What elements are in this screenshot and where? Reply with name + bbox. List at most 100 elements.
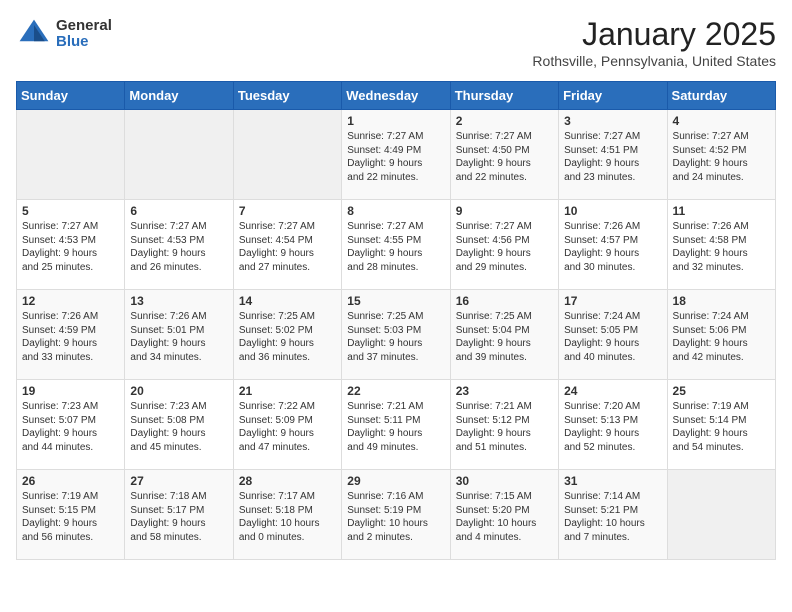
day-number: 14 [239, 294, 336, 308]
day-number: 26 [22, 474, 119, 488]
logo-icon [16, 16, 52, 52]
day-number: 3 [564, 114, 661, 128]
calendar-cell: 2 Sunrise: 7:27 AM Sunset: 4:50 PM Daylig… [450, 110, 558, 200]
day-info: Sunrise: 7:26 AM Sunset: 4:58 PM Dayligh… [673, 220, 770, 274]
day-info: Sunrise: 7:16 AM Sunset: 5:19 PM Dayligh… [347, 490, 444, 544]
calendar-cell: 24 Sunrise: 7:20 AM Sunset: 5:13 PM Dayli… [559, 380, 667, 470]
day-info: Sunrise: 7:27 AM Sunset: 4:53 PM Dayligh… [130, 220, 227, 274]
calendar-cell: 10 Sunrise: 7:26 AM Sunset: 4:57 PM Dayli… [559, 200, 667, 290]
month-title: January 2025 [532, 16, 776, 53]
calendar-cell [17, 110, 125, 200]
day-number: 2 [456, 114, 553, 128]
calendar-header-friday: Friday [559, 82, 667, 110]
day-info: Sunrise: 7:20 AM Sunset: 5:13 PM Dayligh… [564, 400, 661, 454]
day-number: 29 [347, 474, 444, 488]
day-info: Sunrise: 7:21 AM Sunset: 5:12 PM Dayligh… [456, 400, 553, 454]
calendar-header-tuesday: Tuesday [233, 82, 341, 110]
calendar-cell: 16 Sunrise: 7:25 AM Sunset: 5:04 PM Dayli… [450, 290, 558, 380]
calendar-cell: 14 Sunrise: 7:25 AM Sunset: 5:02 PM Dayli… [233, 290, 341, 380]
header: General Blue January 2025 Rothsville, Pe… [16, 16, 776, 69]
calendar-cell: 1 Sunrise: 7:27 AM Sunset: 4:49 PM Daylig… [342, 110, 450, 200]
day-info: Sunrise: 7:27 AM Sunset: 4:49 PM Dayligh… [347, 130, 444, 184]
day-number: 21 [239, 384, 336, 398]
day-number: 15 [347, 294, 444, 308]
day-info: Sunrise: 7:25 AM Sunset: 5:02 PM Dayligh… [239, 310, 336, 364]
day-number: 22 [347, 384, 444, 398]
day-info: Sunrise: 7:24 AM Sunset: 5:06 PM Dayligh… [673, 310, 770, 364]
calendar-cell [125, 110, 233, 200]
calendar-cell: 11Sunrise: 7:26 AM Sunset: 4:58 PM Dayli… [667, 200, 775, 290]
calendar-cell: 28 Sunrise: 7:17 AM Sunset: 5:18 PM Dayli… [233, 470, 341, 560]
calendar-cell [233, 110, 341, 200]
calendar-cell: 13 Sunrise: 7:26 AM Sunset: 5:01 PM Dayli… [125, 290, 233, 380]
day-number: 4 [673, 114, 770, 128]
calendar-header-wednesday: Wednesday [342, 82, 450, 110]
calendar-cell: 18Sunrise: 7:24 AM Sunset: 5:06 PM Dayli… [667, 290, 775, 380]
day-number: 8 [347, 204, 444, 218]
day-info: Sunrise: 7:27 AM Sunset: 4:50 PM Dayligh… [456, 130, 553, 184]
day-info: Sunrise: 7:26 AM Sunset: 4:59 PM Dayligh… [22, 310, 119, 364]
day-number: 9 [456, 204, 553, 218]
day-number: 27 [130, 474, 227, 488]
day-number: 19 [22, 384, 119, 398]
day-info: Sunrise: 7:26 AM Sunset: 4:57 PM Dayligh… [564, 220, 661, 274]
calendar-week-row: 19Sunrise: 7:23 AM Sunset: 5:07 PM Dayli… [17, 380, 776, 470]
logo-text: General Blue [56, 18, 112, 51]
calendar-week-row: 1 Sunrise: 7:27 AM Sunset: 4:49 PM Daylig… [17, 110, 776, 200]
calendar-table: SundayMondayTuesdayWednesdayThursdayFrid… [16, 81, 776, 560]
calendar-week-row: 26 Sunrise: 7:19 AM Sunset: 5:15 PM Dayli… [17, 470, 776, 560]
day-info: Sunrise: 7:27 AM Sunset: 4:55 PM Dayligh… [347, 220, 444, 274]
day-number: 13 [130, 294, 227, 308]
calendar-cell: 8 Sunrise: 7:27 AM Sunset: 4:55 PM Daylig… [342, 200, 450, 290]
day-info: Sunrise: 7:25 AM Sunset: 5:04 PM Dayligh… [456, 310, 553, 364]
day-info: Sunrise: 7:19 AM Sunset: 5:15 PM Dayligh… [22, 490, 119, 544]
calendar-cell: 22Sunrise: 7:21 AM Sunset: 5:11 PM Dayli… [342, 380, 450, 470]
calendar-header-monday: Monday [125, 82, 233, 110]
calendar-cell: 7Sunrise: 7:27 AM Sunset: 4:54 PM Daylig… [233, 200, 341, 290]
day-number: 31 [564, 474, 661, 488]
calendar-cell: 12 Sunrise: 7:26 AM Sunset: 4:59 PM Dayli… [17, 290, 125, 380]
day-number: 25 [673, 384, 770, 398]
location: Rothsville, Pennsylvania, United States [532, 53, 776, 69]
calendar-header-saturday: Saturday [667, 82, 775, 110]
day-info: Sunrise: 7:14 AM Sunset: 5:21 PM Dayligh… [564, 490, 661, 544]
day-number: 16 [456, 294, 553, 308]
page-container: General Blue January 2025 Rothsville, Pe… [0, 0, 792, 570]
day-number: 7 [239, 204, 336, 218]
calendar-cell: 30Sunrise: 7:15 AM Sunset: 5:20 PM Dayli… [450, 470, 558, 560]
calendar-cell: 21 Sunrise: 7:22 AM Sunset: 5:09 PM Dayli… [233, 380, 341, 470]
calendar-cell: 25 Sunrise: 7:19 AM Sunset: 5:14 PM Dayli… [667, 380, 775, 470]
day-number: 24 [564, 384, 661, 398]
day-info: Sunrise: 7:19 AM Sunset: 5:14 PM Dayligh… [673, 400, 770, 454]
calendar-cell: 6 Sunrise: 7:27 AM Sunset: 4:53 PM Daylig… [125, 200, 233, 290]
day-info: Sunrise: 7:26 AM Sunset: 5:01 PM Dayligh… [130, 310, 227, 364]
title-block: January 2025 Rothsville, Pennsylvania, U… [532, 16, 776, 69]
day-number: 5 [22, 204, 119, 218]
day-info: Sunrise: 7:17 AM Sunset: 5:18 PM Dayligh… [239, 490, 336, 544]
calendar-cell: 27 Sunrise: 7:18 AM Sunset: 5:17 PM Dayli… [125, 470, 233, 560]
day-info: Sunrise: 7:27 AM Sunset: 4:53 PM Dayligh… [22, 220, 119, 274]
day-number: 10 [564, 204, 661, 218]
day-number: 12 [22, 294, 119, 308]
calendar-cell: 9 Sunrise: 7:27 AM Sunset: 4:56 PM Daylig… [450, 200, 558, 290]
calendar-header-sunday: Sunday [17, 82, 125, 110]
day-info: Sunrise: 7:23 AM Sunset: 5:08 PM Dayligh… [130, 400, 227, 454]
calendar-cell: 4Sunrise: 7:27 AM Sunset: 4:52 PM Daylig… [667, 110, 775, 200]
day-info: Sunrise: 7:27 AM Sunset: 4:51 PM Dayligh… [564, 130, 661, 184]
calendar-cell: 29 Sunrise: 7:16 AM Sunset: 5:19 PM Dayli… [342, 470, 450, 560]
day-number: 20 [130, 384, 227, 398]
day-number: 6 [130, 204, 227, 218]
day-number: 1 [347, 114, 444, 128]
calendar-cell: 19Sunrise: 7:23 AM Sunset: 5:07 PM Dayli… [17, 380, 125, 470]
logo-general-text: General [56, 18, 112, 35]
calendar-cell: 5 Sunrise: 7:27 AM Sunset: 4:53 PM Daylig… [17, 200, 125, 290]
day-info: Sunrise: 7:27 AM Sunset: 4:56 PM Dayligh… [456, 220, 553, 274]
calendar-cell: 26 Sunrise: 7:19 AM Sunset: 5:15 PM Dayli… [17, 470, 125, 560]
day-info: Sunrise: 7:22 AM Sunset: 5:09 PM Dayligh… [239, 400, 336, 454]
calendar-cell [667, 470, 775, 560]
day-number: 28 [239, 474, 336, 488]
calendar-week-row: 12 Sunrise: 7:26 AM Sunset: 4:59 PM Dayli… [17, 290, 776, 380]
day-info: Sunrise: 7:18 AM Sunset: 5:17 PM Dayligh… [130, 490, 227, 544]
calendar-cell: 15Sunrise: 7:25 AM Sunset: 5:03 PM Dayli… [342, 290, 450, 380]
calendar-cell: 31 Sunrise: 7:14 AM Sunset: 5:21 PM Dayli… [559, 470, 667, 560]
